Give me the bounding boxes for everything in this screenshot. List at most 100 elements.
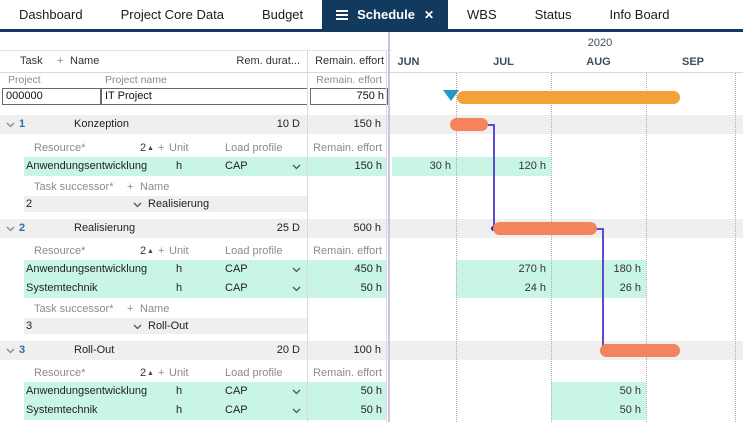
col-header-remain-effort: Remain. effort xyxy=(284,50,384,72)
resource-load: CAP xyxy=(225,401,248,420)
gantt-bar-project[interactable] xyxy=(457,91,680,104)
task-id: 1 xyxy=(19,115,25,134)
resource-effort[interactable]: 50 h xyxy=(302,401,382,420)
connector-line xyxy=(602,228,604,349)
tab-label: Dashboard xyxy=(19,7,83,22)
resource-load-label: Load profile xyxy=(225,242,283,260)
add-resource-icon[interactable]: + xyxy=(158,242,164,260)
tab-status[interactable]: Status xyxy=(516,0,591,29)
successor-header-label: Task successor* xyxy=(34,301,113,318)
resource-effort-label: Remain. effort xyxy=(292,139,382,157)
resource-row[interactable]: Systemtechnik h CAP 50 h xyxy=(24,279,386,298)
project-effort-label: Remain. effort xyxy=(282,73,382,87)
successor-row[interactable]: 2 Realisierung xyxy=(24,196,307,212)
resource-name[interactable]: Systemtechnik xyxy=(26,279,98,298)
resource-header-row: Resource* 2 ▲ + Unit Load profile Remain… xyxy=(24,364,386,382)
gantt-gridline-oct xyxy=(735,73,736,422)
resource-row[interactable]: Anwendungsentwicklung h CAP 150 h xyxy=(24,157,386,176)
column-separator xyxy=(386,50,387,422)
gantt-effort-cell-aug: 50 h xyxy=(551,401,646,420)
task-row-konzeption[interactable]: 1 Konzeption 10 D 150 h xyxy=(0,115,743,134)
expander-chevron-icon[interactable] xyxy=(6,122,15,128)
successor-header-row: Task successor* + Name xyxy=(24,301,386,318)
sort-asc-icon[interactable]: ▲ xyxy=(147,140,154,158)
chevron-down-icon[interactable] xyxy=(133,324,142,330)
gantt-bar-realisierung[interactable] xyxy=(493,222,597,235)
task-row-realisierung[interactable]: 2 Realisierung 25 D 500 h xyxy=(0,219,743,238)
tab-info-board[interactable]: Info Board xyxy=(590,0,688,29)
resource-load-label: Load profile xyxy=(225,364,283,382)
resource-name[interactable]: Anwendungsentwicklung xyxy=(26,157,147,176)
schedule-canvas: 2020 JUN JUL AUG SEP Task + Name Rem. du… xyxy=(0,32,743,422)
resource-name[interactable]: Anwendungsentwicklung xyxy=(26,260,147,279)
chevron-down-icon[interactable] xyxy=(133,202,142,208)
table-gantt-splitter[interactable] xyxy=(388,32,390,422)
tab-label: Status xyxy=(535,7,572,22)
project-effort-input[interactable]: 750 h xyxy=(310,88,388,105)
expander-chevron-icon[interactable] xyxy=(6,226,15,232)
successor-name-label: Name xyxy=(140,301,169,318)
successor-id: 3 xyxy=(26,318,32,334)
sort-asc-icon[interactable]: ▲ xyxy=(147,365,154,383)
resource-name[interactable]: Systemtechnik xyxy=(26,401,98,420)
gantt-bar-konzeption[interactable] xyxy=(450,118,488,131)
resource-unit: h xyxy=(176,157,182,176)
chevron-down-icon[interactable] xyxy=(292,286,301,292)
tab-label: WBS xyxy=(467,7,497,22)
chevron-down-icon[interactable] xyxy=(292,408,301,414)
chevron-down-icon[interactable] xyxy=(292,164,301,170)
tab-schedule[interactable]: Schedule ✕ xyxy=(322,0,448,29)
task-effort: 150 h xyxy=(281,115,381,134)
col-header-name: Name xyxy=(70,50,99,72)
add-task-icon[interactable]: + xyxy=(57,50,63,72)
menu-icon[interactable] xyxy=(336,8,348,22)
resource-row[interactable]: Anwendungsentwicklung h CAP 50 h xyxy=(24,382,386,401)
resource-unit-label: Unit xyxy=(169,364,189,382)
gantt-month-jul: JUL xyxy=(456,55,551,69)
task-id: 2 xyxy=(19,219,25,238)
resource-count: 2 xyxy=(140,364,146,382)
tab-dashboard[interactable]: Dashboard xyxy=(0,0,102,29)
resource-unit: h xyxy=(176,279,182,298)
tab-label: Schedule xyxy=(357,7,415,22)
successor-row[interactable]: 3 Roll-Out xyxy=(24,318,307,334)
project-name-label: Project name xyxy=(105,73,167,87)
resource-header-label: Resource* xyxy=(34,364,85,382)
tab-label: Info Board xyxy=(609,7,669,22)
chevron-down-icon[interactable] xyxy=(292,267,301,273)
resource-effort[interactable]: 50 h xyxy=(302,382,382,401)
task-name: Realisierung xyxy=(74,219,135,238)
connector-line xyxy=(493,124,495,229)
resource-row[interactable]: Systemtechnik h CAP 50 h xyxy=(24,401,386,420)
resource-effort[interactable]: 50 h xyxy=(302,279,382,298)
task-name: Roll-Out xyxy=(74,341,114,360)
resource-effort[interactable]: 450 h xyxy=(302,260,382,279)
add-successor-icon[interactable]: + xyxy=(127,179,133,196)
sort-asc-icon[interactable]: ▲ xyxy=(147,243,154,261)
gantt-effort-cell-aug: 50 h xyxy=(551,382,646,401)
project-id-input[interactable]: 000000 xyxy=(2,88,101,105)
resource-effort[interactable]: 150 h xyxy=(302,157,382,176)
gantt-bar-roll-out[interactable] xyxy=(600,344,680,357)
resource-name[interactable]: Anwendungsentwicklung xyxy=(26,382,147,401)
tab-budget[interactable]: Budget xyxy=(243,0,322,29)
successor-name: Realisierung xyxy=(148,196,209,212)
resource-unit: h xyxy=(176,382,182,401)
gantt-effort-cell-jul: 120 h xyxy=(456,157,551,176)
tab-wbs[interactable]: WBS xyxy=(448,0,516,29)
gantt-effort-cell-aug: 180 h xyxy=(551,260,646,279)
resource-unit: h xyxy=(176,260,182,279)
resource-header-row: Resource* 2 ▲ + Unit Load profile Remain… xyxy=(24,139,386,157)
chevron-down-icon[interactable] xyxy=(292,389,301,395)
project-name-input[interactable]: IT Project xyxy=(101,88,308,105)
add-resource-icon[interactable]: + xyxy=(158,364,164,382)
expander-chevron-icon[interactable] xyxy=(6,348,15,354)
resource-row[interactable]: Anwendungsentwicklung h CAP 450 h xyxy=(24,260,386,279)
tab-label: Project Core Data xyxy=(121,7,224,22)
resource-load: CAP xyxy=(225,279,248,298)
tab-project-core-data[interactable]: Project Core Data xyxy=(102,0,243,29)
add-successor-icon[interactable]: + xyxy=(127,301,133,318)
gantt-effort-cell-jun: 30 h xyxy=(392,157,456,176)
close-icon[interactable]: ✕ xyxy=(424,8,434,22)
add-resource-icon[interactable]: + xyxy=(158,139,164,157)
